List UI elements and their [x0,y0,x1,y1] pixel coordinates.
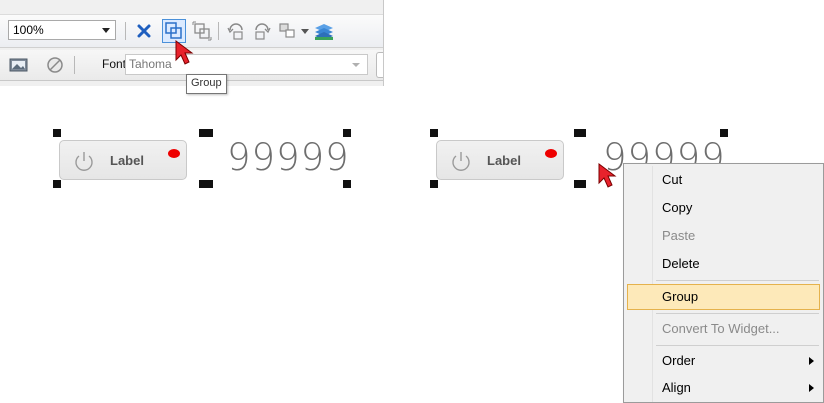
font-label: Font [102,57,127,71]
chevron-down-icon[interactable] [352,63,360,67]
zoom-select[interactable]: 100% [8,20,116,40]
menu-item-order[interactable]: Order [627,348,820,374]
number-display-widget[interactable]: 99999 [227,136,350,179]
toolbar-separator [125,22,126,40]
chevron-down-icon[interactable] [301,29,309,34]
menu-item-copy[interactable]: Copy [627,195,820,221]
label-text: Label [110,153,144,168]
menu-separator [656,313,819,314]
menu-item-align-label: Align [662,380,691,395]
submenu-arrow-icon [809,384,814,392]
context-menu: Cut Copy Paste Delete Group Convert To W… [623,163,824,403]
toolbar-separator [218,22,219,40]
mouse-cursor-icon [598,163,617,188]
selection-handle[interactable] [578,129,586,137]
mouse-cursor-icon [175,40,194,65]
selection-handle[interactable] [53,180,61,188]
ungroup-button[interactable] [191,20,213,42]
submenu-arrow-icon [809,357,814,365]
arrange-icon [279,23,295,38]
font-select[interactable]: Tahoma [125,54,368,75]
menu-item-paste[interactable]: Paste [627,223,820,249]
menu-item-delete[interactable]: Delete [627,251,820,277]
menu-item-convert-to-widget[interactable]: Convert To Widget... [627,316,820,342]
image-icon [9,58,28,72]
menu-item-cut[interactable]: Cut [627,167,820,193]
toolbar-overflow-edge [376,52,383,78]
toolbar-separator [74,56,75,74]
image-button[interactable] [8,54,30,76]
label-text: Label [487,153,521,168]
selection-handle[interactable] [578,180,586,188]
ungroup-icon [192,21,212,41]
selection-handle[interactable] [430,180,438,188]
rotate-right-button[interactable] [251,20,273,42]
close-x-icon [137,24,151,38]
menu-separator [656,345,819,346]
delete-button[interactable] [133,20,155,42]
chevron-down-icon[interactable] [102,28,110,33]
rotate-left-button[interactable] [225,20,247,42]
disable-button[interactable] [44,54,66,76]
status-led [545,149,557,158]
menu-item-align[interactable]: Align [627,375,820,401]
menu-separator [656,280,819,281]
menu-item-order-label: Order [662,353,696,368]
disable-icon [47,57,63,73]
selection-handle[interactable] [205,180,213,188]
selection-handle[interactable] [430,129,438,137]
tooltip: Group [186,74,227,94]
label-button-widget[interactable]: Label [59,140,187,180]
layers-button[interactable] [313,20,335,42]
label-button-widget[interactable]: Label [436,140,564,180]
group-icon [165,22,182,39]
arrange-button[interactable] [277,20,299,42]
rotate-right-icon [255,23,271,40]
menu-item-group[interactable]: Group [627,284,820,310]
power-icon [452,152,470,171]
font-value: Tahoma [129,57,172,71]
power-icon [75,152,93,171]
layers-icon [315,24,333,40]
zoom-value: 100% [13,23,44,37]
selection-handle[interactable] [205,129,213,137]
selection-handle[interactable] [53,129,61,137]
status-led [168,149,180,158]
selection-handle[interactable] [343,180,351,188]
rotate-left-icon [227,23,243,40]
